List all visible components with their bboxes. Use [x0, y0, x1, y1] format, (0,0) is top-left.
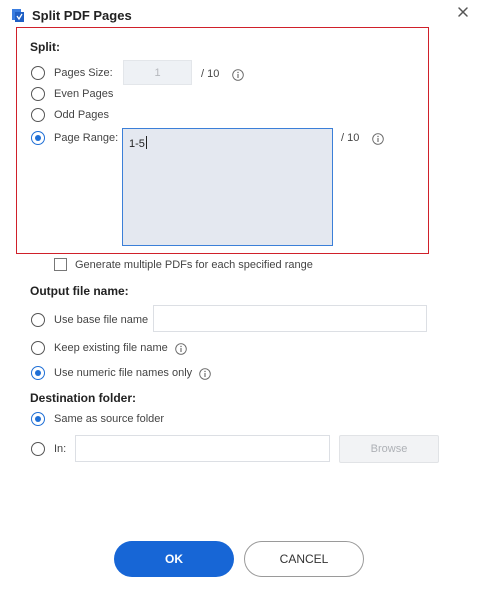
- use-numeric-names-label: Use numeric file names only: [54, 367, 193, 379]
- keep-existing-name-radio[interactable]: [31, 341, 45, 355]
- page-range-label: Page Range:: [54, 132, 119, 144]
- generate-multiple-label: Generate multiple PDFs for each specifie…: [75, 259, 313, 271]
- text-caret: [145, 136, 147, 149]
- page-range-total: / 10: [341, 132, 360, 144]
- pages-size-total: / 10: [201, 68, 220, 80]
- page-range-value: 1-5: [129, 138, 145, 150]
- in-folder-input[interactable]: [75, 435, 330, 462]
- pdf-app-icon: [12, 9, 24, 22]
- browse-button[interactable]: Browse: [339, 435, 439, 463]
- odd-pages-label: Odd Pages: [54, 109, 110, 121]
- close-icon[interactable]: [455, 4, 471, 20]
- info-icon[interactable]: [199, 368, 211, 380]
- same-as-source-radio[interactable]: [31, 412, 45, 426]
- page-range-textarea[interactable]: 1-5: [122, 128, 333, 246]
- generate-multiple-checkbox[interactable]: [54, 258, 67, 271]
- pages-size-label: Pages Size:: [54, 67, 113, 79]
- in-folder-radio[interactable]: [31, 442, 45, 456]
- info-icon[interactable]: [372, 133, 384, 145]
- odd-pages-radio[interactable]: [31, 108, 45, 122]
- base-file-name-input[interactable]: [153, 305, 427, 332]
- cancel-button[interactable]: CANCEL: [244, 541, 364, 577]
- page-range-radio[interactable]: [31, 131, 45, 145]
- even-pages-label: Even Pages: [54, 88, 114, 100]
- dialog-title: Split PDF Pages: [32, 8, 132, 23]
- keep-existing-name-label: Keep existing file name: [54, 342, 168, 354]
- info-icon[interactable]: [175, 343, 187, 355]
- use-base-name-radio[interactable]: [31, 313, 45, 327]
- in-folder-label: In:: [54, 443, 67, 455]
- split-heading: Split:: [30, 40, 60, 54]
- same-as-source-label: Same as source folder: [54, 413, 165, 425]
- pages-size-radio[interactable]: [31, 66, 45, 80]
- even-pages-radio[interactable]: [31, 87, 45, 101]
- use-base-name-label: Use base file name: [54, 314, 149, 326]
- output-heading: Output file name:: [30, 284, 129, 298]
- info-icon[interactable]: [232, 69, 244, 81]
- ok-button[interactable]: OK: [114, 541, 234, 577]
- use-numeric-names-radio[interactable]: [31, 366, 45, 380]
- pages-size-input: 1: [123, 60, 192, 85]
- destination-heading: Destination folder:: [30, 391, 137, 405]
